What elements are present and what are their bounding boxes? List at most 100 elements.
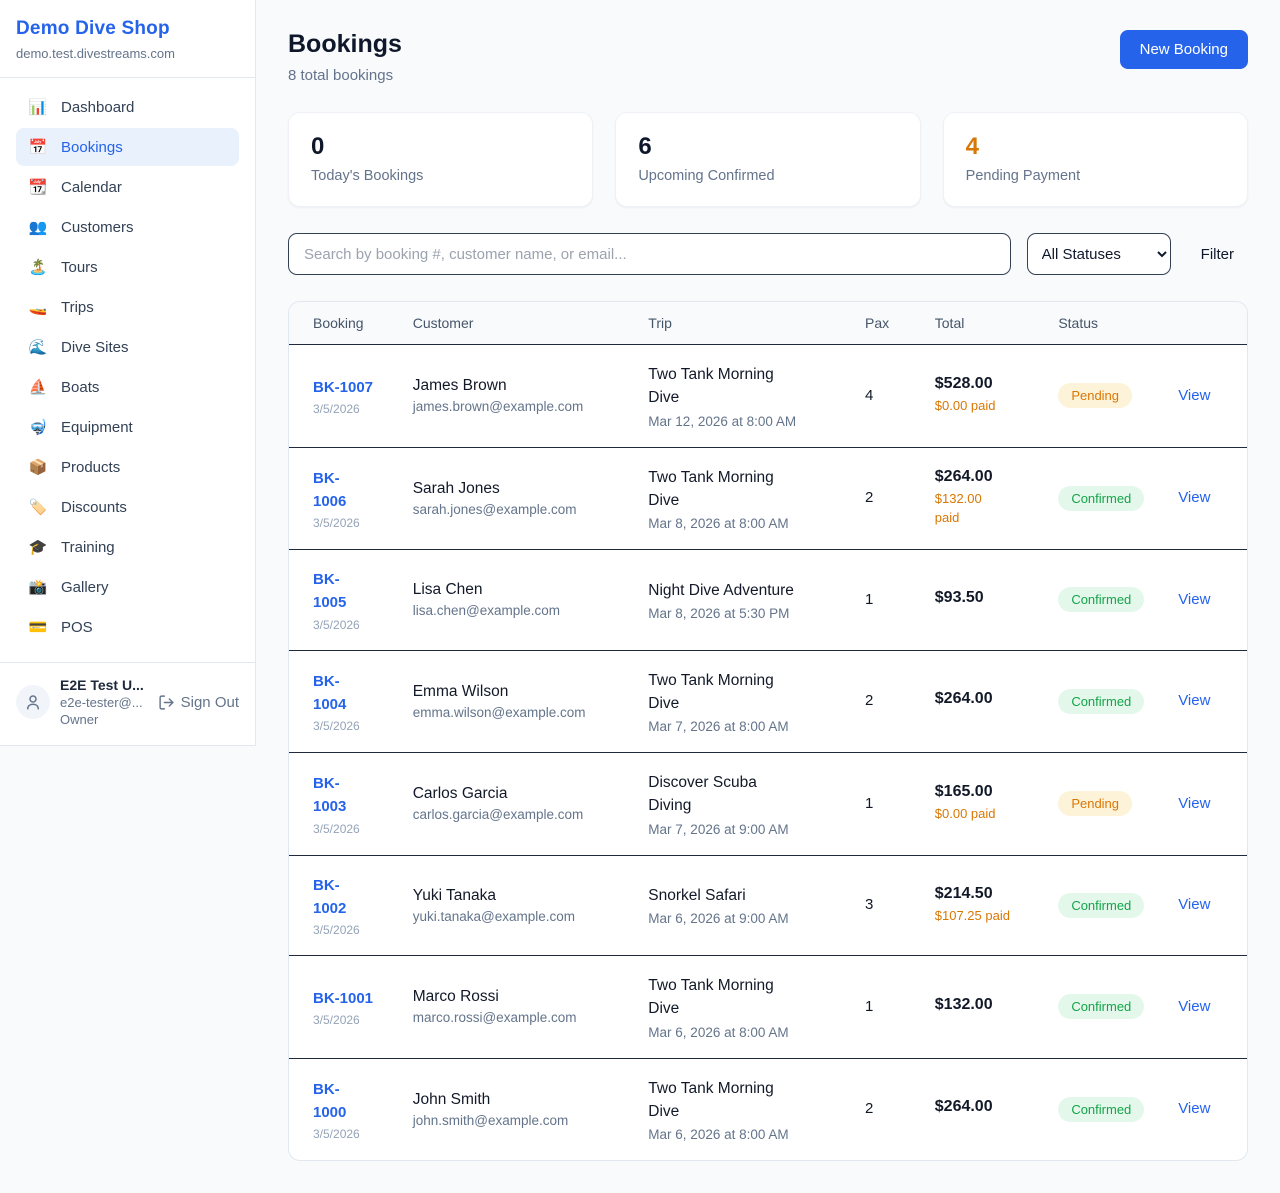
sailboat-icon: ⛵ <box>28 378 48 396</box>
paid-amount: $0.00 paid <box>935 397 1035 416</box>
customer-name: Marco Rossi <box>413 988 625 1006</box>
table-row: BK- 1003 3/5/2026 Carlos Garcia carlos.g… <box>289 753 1247 856</box>
sidebar-item-dive-sites[interactable]: 🌊 Dive Sites <box>16 328 239 366</box>
tear-calendar-icon: 📆 <box>28 178 48 196</box>
trip-datetime: Mar 6, 2026 at 9:00 AM <box>648 911 841 926</box>
filter-button[interactable]: Filter <box>1187 238 1248 271</box>
view-link[interactable]: View <box>1178 998 1210 1015</box>
calendar-icon: 📅 <box>28 138 48 156</box>
view-link[interactable]: View <box>1178 489 1210 506</box>
status-badge: Confirmed <box>1058 587 1144 612</box>
stats-row: 0 Today's Bookings 6 Upcoming Confirmed … <box>288 112 1248 207</box>
col-header-total: Total <box>923 302 1047 345</box>
customer-email: lisa.chen@example.com <box>413 603 625 618</box>
pax-count: 2 <box>865 692 873 709</box>
booking-id-link[interactable]: BK- 1005 <box>313 568 346 615</box>
sidebar-item-label: Dashboard <box>61 99 134 116</box>
sidebar-item-dashboard[interactable]: 📊 Dashboard <box>16 88 239 126</box>
customer-name: Yuki Tanaka <box>413 887 625 905</box>
status-filter-select[interactable]: All Statuses <box>1027 233 1171 275</box>
customer-email: john.smith@example.com <box>413 1113 625 1128</box>
table-row: BK- 1004 3/5/2026 Emma Wilson emma.wilso… <box>289 650 1247 753</box>
trip-name: Two Tank Morning Dive <box>648 974 841 1021</box>
sidebar-item-tours[interactable]: 🏝️ Tours <box>16 248 239 286</box>
sidebar-item-boats[interactable]: ⛵ Boats <box>16 368 239 406</box>
sidebar-item-training[interactable]: 🎓 Training <box>16 528 239 566</box>
table-controls: All Statuses Filter <box>288 233 1248 275</box>
stat-value: 0 <box>311 133 570 161</box>
sign-out-button[interactable]: Sign Out <box>158 694 239 711</box>
status-badge: Confirmed <box>1058 1097 1144 1122</box>
view-link[interactable]: View <box>1178 591 1210 608</box>
table-row: BK- 1000 3/5/2026 John Smith john.smith@… <box>289 1058 1247 1160</box>
user-name: E2E Test U... <box>60 677 148 693</box>
package-icon: 📦 <box>28 458 48 476</box>
island-icon: 🏝️ <box>28 258 48 276</box>
booking-id-link[interactable]: BK- 1000 <box>313 1078 346 1125</box>
total-amount: $132.00 <box>935 996 1035 1014</box>
stat-card-todays-bookings: 0 Today's Bookings <box>288 112 593 207</box>
avatar <box>16 685 50 719</box>
total-amount: $264.00 <box>935 690 1035 708</box>
pax-count: 1 <box>865 591 873 608</box>
speedboat-icon: 🚤 <box>28 298 48 316</box>
table-row: BK- 1002 3/5/2026 Yuki Tanaka yuki.tanak… <box>289 855 1247 956</box>
camera-icon: 📸 <box>28 578 48 596</box>
view-link[interactable]: View <box>1178 795 1210 812</box>
trip-datetime: Mar 8, 2026 at 8:00 AM <box>648 516 841 531</box>
sidebar-item-gallery[interactable]: 📸 Gallery <box>16 568 239 606</box>
booking-date: 3/5/2026 <box>313 923 389 937</box>
sidebar-item-pos[interactable]: 💳 POS <box>16 608 239 646</box>
stat-value: 6 <box>638 133 897 161</box>
booking-id-link[interactable]: BK-1007 <box>313 376 373 399</box>
sidebar-item-discounts[interactable]: 🏷️ Discounts <box>16 488 239 526</box>
sidebar-item-products[interactable]: 📦 Products <box>16 448 239 486</box>
total-amount: $264.00 <box>935 468 1035 486</box>
sidebar-item-trips[interactable]: 🚤 Trips <box>16 288 239 326</box>
booking-id-link[interactable]: BK- 1003 <box>313 772 346 819</box>
view-link[interactable]: View <box>1178 692 1210 709</box>
sidebar-item-label: Customers <box>61 219 134 236</box>
table-row: BK- 1006 3/5/2026 Sarah Jones sarah.jone… <box>289 447 1247 550</box>
total-amount: $264.00 <box>935 1098 1035 1116</box>
sidebar-item-bookings[interactable]: 📅 Bookings <box>16 128 239 166</box>
stat-value: 4 <box>966 133 1225 161</box>
col-header-customer: Customer <box>401 302 637 345</box>
pax-count: 2 <box>865 489 873 506</box>
page-title-block: Bookings 8 total bookings <box>288 30 402 84</box>
trip-datetime: Mar 8, 2026 at 5:30 PM <box>648 606 841 621</box>
booking-date: 3/5/2026 <box>313 719 389 733</box>
sidebar-item-equipment[interactable]: 🤿 Equipment <box>16 408 239 446</box>
booking-id-link[interactable]: BK- 1006 <box>313 467 346 514</box>
bookings-table-container: Booking Customer Trip Pax Total Status B… <box>288 301 1248 1161</box>
bookings-table: Booking Customer Trip Pax Total Status B… <box>289 302 1247 1160</box>
col-header-trip: Trip <box>636 302 853 345</box>
sidebar-item-customers[interactable]: 👥 Customers <box>16 208 239 246</box>
paid-amount: $132.00 paid <box>935 490 1035 528</box>
new-booking-button[interactable]: New Booking <box>1120 30 1248 69</box>
stat-card-upcoming-confirmed: 6 Upcoming Confirmed <box>615 112 920 207</box>
view-link[interactable]: View <box>1178 387 1210 404</box>
booking-id-link[interactable]: BK- 1002 <box>313 874 346 921</box>
brand-name: Demo Dive Shop <box>16 18 239 40</box>
view-link[interactable]: View <box>1178 896 1210 913</box>
total-amount: $165.00 <box>935 783 1035 801</box>
paid-amount: $107.25 paid <box>935 907 1035 926</box>
customer-email: yuki.tanaka@example.com <box>413 909 625 924</box>
customer-name: Emma Wilson <box>413 683 625 701</box>
view-link[interactable]: View <box>1178 1100 1210 1117</box>
col-header-action <box>1166 302 1247 345</box>
table-header-row: Booking Customer Trip Pax Total Status <box>289 302 1247 345</box>
sidebar-item-label: Trips <box>61 299 94 316</box>
user-role: Owner <box>60 712 148 727</box>
booking-date: 3/5/2026 <box>313 402 389 416</box>
customer-name: Sarah Jones <box>413 480 625 498</box>
pax-count: 1 <box>865 998 873 1015</box>
sidebar-item-calendar[interactable]: 📆 Calendar <box>16 168 239 206</box>
people-icon: 👥 <box>28 218 48 236</box>
search-input[interactable] <box>288 233 1011 275</box>
booking-id-link[interactable]: BK- 1004 <box>313 670 346 717</box>
trip-name: Night Dive Adventure <box>648 579 841 602</box>
customer-email: marco.rossi@example.com <box>413 1010 625 1025</box>
booking-id-link[interactable]: BK-1001 <box>313 987 373 1010</box>
